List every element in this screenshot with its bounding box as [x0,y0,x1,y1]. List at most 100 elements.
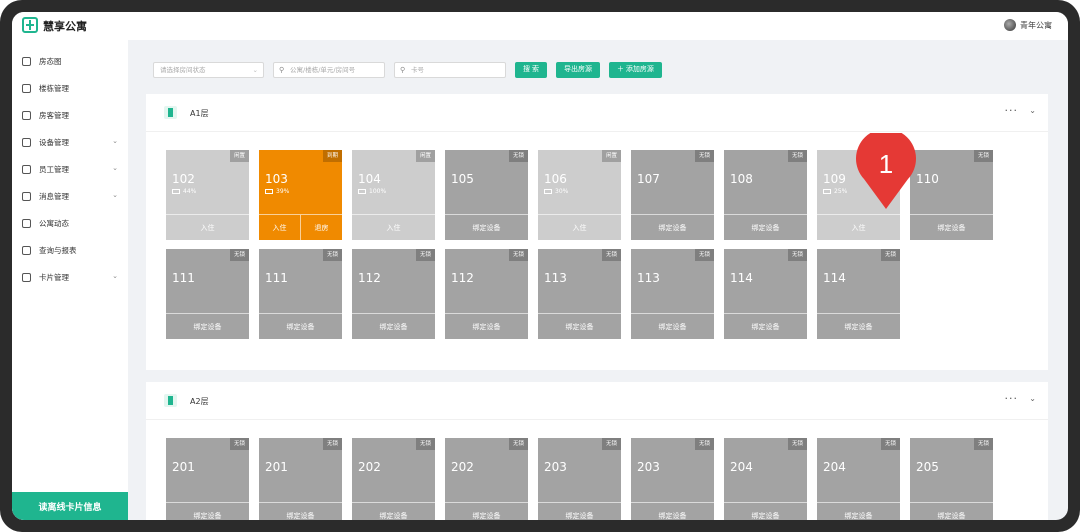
room-number: 203 [637,460,660,474]
room-card[interactable]: 到期 103 39% 入住 退房 [259,150,342,241]
room-number: 201 [265,460,288,474]
battery-icon [172,189,180,194]
nav-icon [22,111,31,120]
battery-indicator: 25% [823,188,847,195]
room-action-button[interactable]: 入住 [817,214,900,240]
sidebar-item-label: 卡片管理 [39,273,69,282]
room-status-badge: 无锁 [508,249,528,261]
room-action-button[interactable]: 绑定设备 [352,502,435,520]
room-action-button[interactable]: 绑定设备 [445,313,528,339]
app-title: 慧享公寓 [43,20,87,33]
room-number: 203 [544,460,567,474]
room-number: 204 [823,460,846,474]
collapse-chevron-icon[interactable]: ⌄ [1029,394,1036,403]
device-frame: 慧享公寓 青年公寓 房态图 楼栋管理 房客管理 设备管理 ⌄ 员工管理 ⌄ 消息管理 ⌄ 公寓动态… [0,0,1080,532]
room-action-button[interactable]: 绑定设备 [817,313,900,339]
room-card[interactable]: 无锁 110 绑定设备 [910,150,993,240]
sidebar-item[interactable]: 设备管理 ⌄ [12,129,128,156]
app-screen: 慧享公寓 青年公寓 房态图 楼栋管理 房客管理 设备管理 ⌄ 员工管理 ⌄ 消息管理 ⌄ 公寓动态… [12,12,1068,520]
sidebar-item[interactable]: 查询与报表 [12,237,128,264]
room-action-button[interactable]: 绑定设备 [352,313,435,339]
battery-level: 30% [555,188,569,195]
room-action-button[interactable]: 绑定设备 [166,313,249,339]
room-action-button[interactable]: 绑定设备 [445,502,528,520]
room-action-button[interactable]: 绑定设备 [631,313,714,339]
sidebar-item[interactable]: 房客管理 [12,102,128,129]
sidebar-item[interactable]: 卡片管理 ⌄ [12,264,128,291]
room-card[interactable]: 无锁 201 绑定设备 [166,438,249,520]
collapse-chevron-icon[interactable]: ⌄ [1029,106,1036,115]
sidebar-item[interactable]: 员工管理 ⌄ [12,156,128,183]
room-card[interactable]: 无锁 203 绑定设备 [631,438,714,520]
room-card[interactable]: 无锁 204 绑定设备 [724,438,807,520]
card-number-placeholder: 卡号 [411,66,424,74]
room-action-button[interactable]: 入住 [166,214,249,240]
room-card[interactable]: 闲置 106 30% 入住 [538,150,621,240]
more-options-icon[interactable]: ··· [1005,104,1019,117]
room-status-badge: 无锁 [973,150,993,162]
room-card[interactable]: 无锁 203 绑定设备 [538,438,621,520]
room-action-button[interactable]: 绑定设备 [724,313,807,339]
sidebar-item[interactable]: 公寓动态 [12,210,128,237]
room-number: 113 [637,271,660,285]
room-card[interactable]: 无锁 108 绑定设备 [724,150,807,240]
room-number: 202 [451,460,474,474]
room-action-button[interactable]: 绑定设备 [910,502,993,520]
room-action-button[interactable]: 绑定设备 [259,502,342,520]
building-icon [164,394,177,407]
sidebar-item[interactable]: 楼栋管理 [12,75,128,102]
sidebar-item[interactable]: 房态图 [12,48,128,75]
room-action-button[interactable]: 绑定设备 [631,214,714,240]
sidebar-item[interactable]: 消息管理 ⌄ [12,183,128,210]
room-action-button[interactable]: 绑定设备 [817,502,900,520]
room-card[interactable]: 无锁 112 绑定设备 [445,249,528,339]
room-card[interactable]: 无锁 111 绑定设备 [166,249,249,339]
nav-icon [22,246,31,255]
room-action-button[interactable]: 绑定设备 [538,502,621,520]
room-card[interactable]: 无锁 114 绑定设备 [724,249,807,339]
room-card[interactable]: 无锁 204 绑定设备 [817,438,900,520]
room-action-button[interactable]: 绑定设备 [910,214,993,240]
battery-level: 39% [276,188,290,195]
room-card[interactable]: 无锁 107 绑定设备 [631,150,714,240]
room-status-badge: 无锁 [694,249,714,261]
add-room-button[interactable]: ＋ 添加房源 [608,62,662,78]
room-number: 109 [823,172,846,186]
room-card[interactable]: 无锁 111 绑定设备 [259,249,342,339]
room-search-input[interactable]: ⚲ 公寓/楼栋/单元/房间号 [273,62,385,78]
room-status-badge: 无锁 [415,249,435,261]
room-action-button[interactable]: 绑定设备 [724,502,807,520]
room-card[interactable]: 无锁 202 绑定设备 [352,438,435,520]
floor-title: A1层 [190,109,209,118]
room-card[interactable]: 无锁 201 绑定设备 [259,438,342,520]
room-action-button[interactable]: 绑定设备 [724,214,807,240]
more-options-icon[interactable]: ··· [1005,392,1019,405]
room-action-button[interactable]: 入住 [352,214,435,240]
card-number-input[interactable]: ⚲ 卡号 [394,62,506,78]
room-action-button[interactable]: 绑定设备 [631,502,714,520]
room-card[interactable]: 无锁 113 绑定设备 [631,249,714,339]
room-action-button[interactable]: 绑定设备 [166,502,249,520]
room-action-button[interactable]: 入住 [538,214,621,240]
read-offline-card-button[interactable]: 读离线卡片信息 [12,492,128,520]
room-card[interactable]: 无锁 205 绑定设备 [910,438,993,520]
room-action-button[interactable]: 绑定设备 [538,313,621,339]
room-card[interactable]: 无锁 113 绑定设备 [538,249,621,339]
battery-icon [544,189,552,194]
search-icon: ⚲ [279,66,285,74]
room-status-select[interactable]: 请选择房间状态 ⌄ [153,62,264,78]
nav-icon [22,192,31,201]
room-card[interactable]: 无锁 112 绑定设备 [352,249,435,339]
room-card[interactable]: 无锁 105 绑定设备 [445,150,528,240]
room-card[interactable]: 无锁 202 绑定设备 [445,438,528,520]
room-card[interactable]: 闲置 104 100% 入住 [352,150,435,240]
room-action-button[interactable]: 退房 [300,214,342,241]
search-button[interactable]: 搜 索 [515,62,547,78]
room-action-button[interactable]: 绑定设备 [445,214,528,240]
room-action-button[interactable]: 绑定设备 [259,313,342,339]
room-action-button[interactable]: 入住 [259,215,300,241]
room-card[interactable]: 闲置 102 44% 入住 [166,150,249,240]
user-menu[interactable]: 青年公寓 [1004,19,1052,31]
export-rooms-button[interactable]: 导出房源 [555,62,600,78]
room-card[interactable]: 无锁 114 绑定设备 [817,249,900,339]
